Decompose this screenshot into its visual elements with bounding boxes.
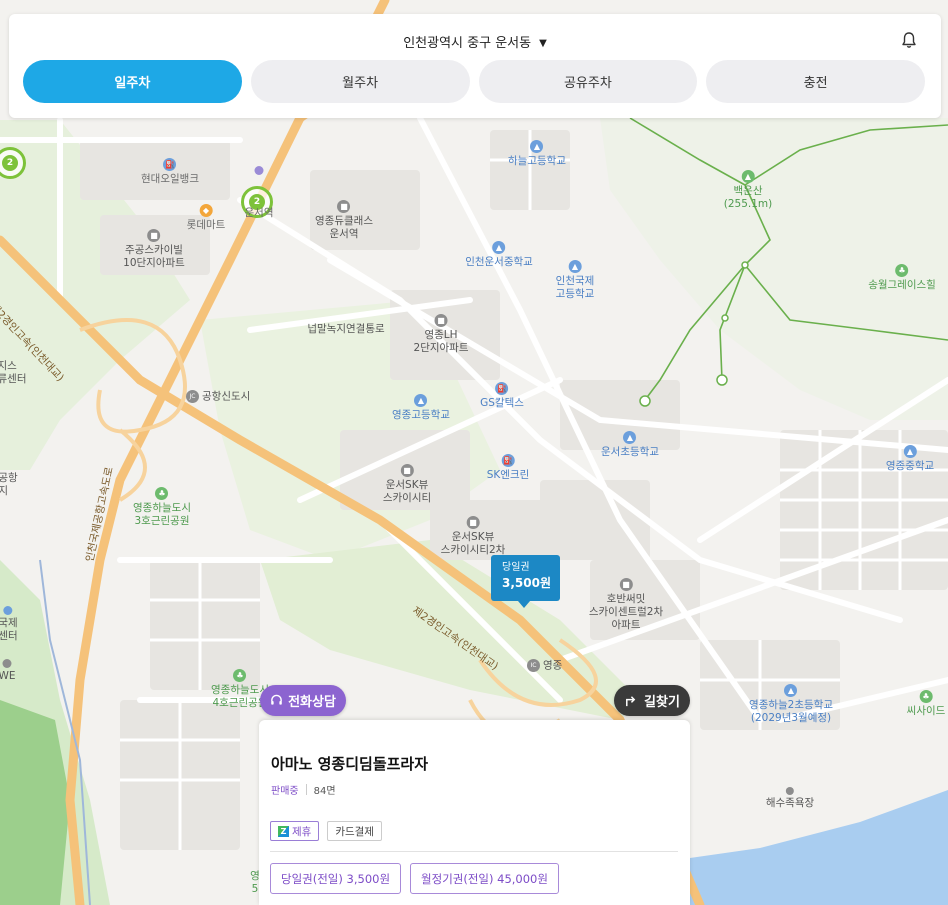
building-icon: ■	[619, 578, 633, 591]
building-icon	[3, 606, 13, 615]
space-count: 84면	[313, 786, 336, 797]
poi-airport-newtown-jc[interactable]: JC 공항신도시	[186, 390, 250, 404]
poi-yeongjong-high-school[interactable]: ▲ 영종고등학교	[392, 394, 450, 422]
gas-station-icon: ⛽	[501, 454, 515, 467]
park-icon: ♣	[233, 669, 247, 682]
poi-haneul-high-school[interactable]: ▲ 하늘고등학교	[508, 140, 566, 168]
poi-edge-intl-center[interactable]: 국제 센터	[0, 606, 18, 643]
poi-haneul-park-3[interactable]: ♣ 영종하늘도시 3호근린공원	[133, 487, 191, 528]
building-icon: ■	[466, 516, 480, 529]
poi-unseo-skview[interactable]: ■ 운서SK뷰 스카이시티	[383, 464, 431, 505]
sale-status: 판매중	[271, 786, 299, 797]
junction-icon: IC	[527, 659, 540, 672]
school-icon: ▲	[568, 260, 582, 273]
feature-tags: Z 제휴 카드결제	[270, 821, 382, 841]
gas-station-icon: ⛽	[495, 382, 509, 395]
parking-info-card[interactable]: 아마노 영종디딤돌프라자 판매중 84면 Z 제휴 카드결제 당일권(전일) 3,…	[259, 720, 690, 905]
mountain-icon: ▲	[741, 170, 755, 183]
poi-neommal-green-passage[interactable]: 넙말녹지연결통로	[307, 323, 384, 336]
poi-haneul-2-elementary[interactable]: ▲ 영종하늘2초등학교 (2029년3월예정)	[749, 684, 833, 725]
tag-card-payment: 카드결제	[327, 821, 382, 841]
poi-jugong-skyvill[interactable]: ■ 주공스카이빌 10단지아파트	[123, 229, 185, 270]
card-divider	[270, 851, 678, 852]
school-icon: ▲	[530, 140, 544, 153]
school-icon: ▲	[623, 431, 637, 444]
tab-monthly-parking[interactable]: 월주차	[250, 60, 470, 103]
poi-unseo-skview-2[interactable]: ■ 운서SK뷰 스카이시티2차	[441, 516, 505, 557]
daily-pass-option[interactable]: 당일권(전일) 3,500원	[270, 863, 402, 894]
building-icon	[2, 659, 12, 668]
partner-z-icon: Z	[278, 825, 289, 837]
tab-charging[interactable]: 충전	[706, 60, 925, 103]
school-icon: ▲	[492, 241, 506, 254]
poi-seaside[interactable]: ♣ 씨사이드	[907, 690, 945, 718]
parking-type-tabs: 일주차 월주차 공유주차 충전	[23, 60, 925, 103]
park-icon: ♣	[919, 690, 933, 703]
subway-icon	[254, 166, 264, 175]
tab-shared-parking[interactable]: 공유주차	[478, 60, 698, 103]
building-icon: ■	[434, 314, 448, 327]
bell-icon[interactable]	[899, 30, 919, 50]
poi-gs-caltex[interactable]: ⛽ GS칼텍스	[480, 382, 524, 410]
location-selector[interactable]: 인천광역시 중구 운서동 ▼	[9, 32, 941, 51]
school-icon: ▲	[784, 684, 798, 697]
poi-incheon-intl-high-school[interactable]: ▲ 인천국제 고등학교	[556, 260, 594, 301]
poi-baegunsan[interactable]: ▲ 백운산 (255.1m)	[724, 170, 772, 211]
poi-yeongjong-duclass[interactable]: ■ 영종듀클래스 운서역	[315, 200, 373, 241]
top-panel: 인천광역시 중구 운서동 ▼ 일주차 월주차 공유주차 충전	[9, 14, 941, 118]
poi-songwol-gracehill[interactable]: ♣ 송월그레이스힐	[868, 264, 936, 292]
poi-edge-airport[interactable]: 공항 지	[0, 472, 18, 498]
turn-right-arrow-icon	[626, 696, 636, 707]
park-icon: ♣	[155, 487, 169, 500]
poi-hoban-summit[interactable]: ■ 호반써밋 스카이센트럴2차 아파트	[589, 578, 663, 632]
parking-lot-meta: 판매중 84면	[271, 782, 336, 797]
monthly-pass-option[interactable]: 월정기권(전일) 45,000원	[410, 863, 559, 894]
caret-down-icon: ▼	[539, 38, 547, 49]
location-label: 인천광역시 중구 운서동	[403, 36, 532, 51]
pass-options: 당일권(전일) 3,500원 월정기권(전일) 45,000원	[270, 863, 559, 894]
poi-yeongjong-ic[interactable]: IC 영종	[527, 659, 562, 673]
poi-foot-spa[interactable]: 해수족욕장	[766, 787, 814, 810]
poi-hyundai-oilbank[interactable]: ⛽ 현대오일뱅크	[141, 158, 199, 186]
directions-label: 길찾기	[644, 695, 680, 710]
poi-lotte-mart[interactable]: ◆ 롯데마트	[187, 204, 225, 232]
park-icon: ♣	[895, 264, 909, 277]
tag-partner: Z 제휴	[270, 821, 320, 841]
tab-daily-parking[interactable]: 일주차	[23, 60, 242, 103]
building-icon: ■	[147, 229, 161, 242]
parking-price-marker[interactable]: 당일권 3,500원	[491, 555, 560, 608]
phone-consult-button[interactable]: 전화상담	[260, 685, 346, 716]
price-marker-type: 당일권	[502, 562, 530, 573]
poi-unseo-station[interactable]: 운서역	[245, 166, 273, 219]
building-icon: ■	[400, 464, 414, 477]
school-icon: ▲	[903, 445, 917, 458]
school-icon: ▲	[414, 394, 428, 407]
directions-button[interactable]: 길찾기	[614, 685, 690, 716]
junction-icon: JC	[186, 390, 199, 403]
meta-divider	[305, 784, 307, 795]
poi-edge-logistics[interactable]: 지스 류센터	[0, 360, 26, 386]
poi-yeongjong-lh-2[interactable]: ■ 영종LH 2단지아파트	[414, 314, 468, 355]
price-marker-price: 3,500원	[502, 576, 551, 590]
parking-lot-name: 아마노 영종디딤돌프라자	[271, 755, 429, 773]
poi-sk-enclean[interactable]: ⛽ SK엔크린	[487, 454, 529, 482]
phone-consult-label: 전화상담	[288, 695, 336, 710]
poi-yeongjong-middle-school[interactable]: ▲ 영종중학교	[886, 445, 934, 473]
gas-station-icon: ⛽	[163, 158, 177, 171]
poi-edge-we[interactable]: WE	[0, 659, 16, 683]
shopping-bag-icon: ◆	[199, 204, 213, 217]
poi-unseo-middle-school[interactable]: ▲ 인천운서중학교	[465, 241, 533, 269]
headset-icon	[271, 694, 282, 705]
building-icon: ■	[337, 200, 351, 213]
poi-unseo-elementary[interactable]: ▲ 운서초등학교	[601, 431, 659, 459]
pin-icon	[786, 787, 794, 795]
